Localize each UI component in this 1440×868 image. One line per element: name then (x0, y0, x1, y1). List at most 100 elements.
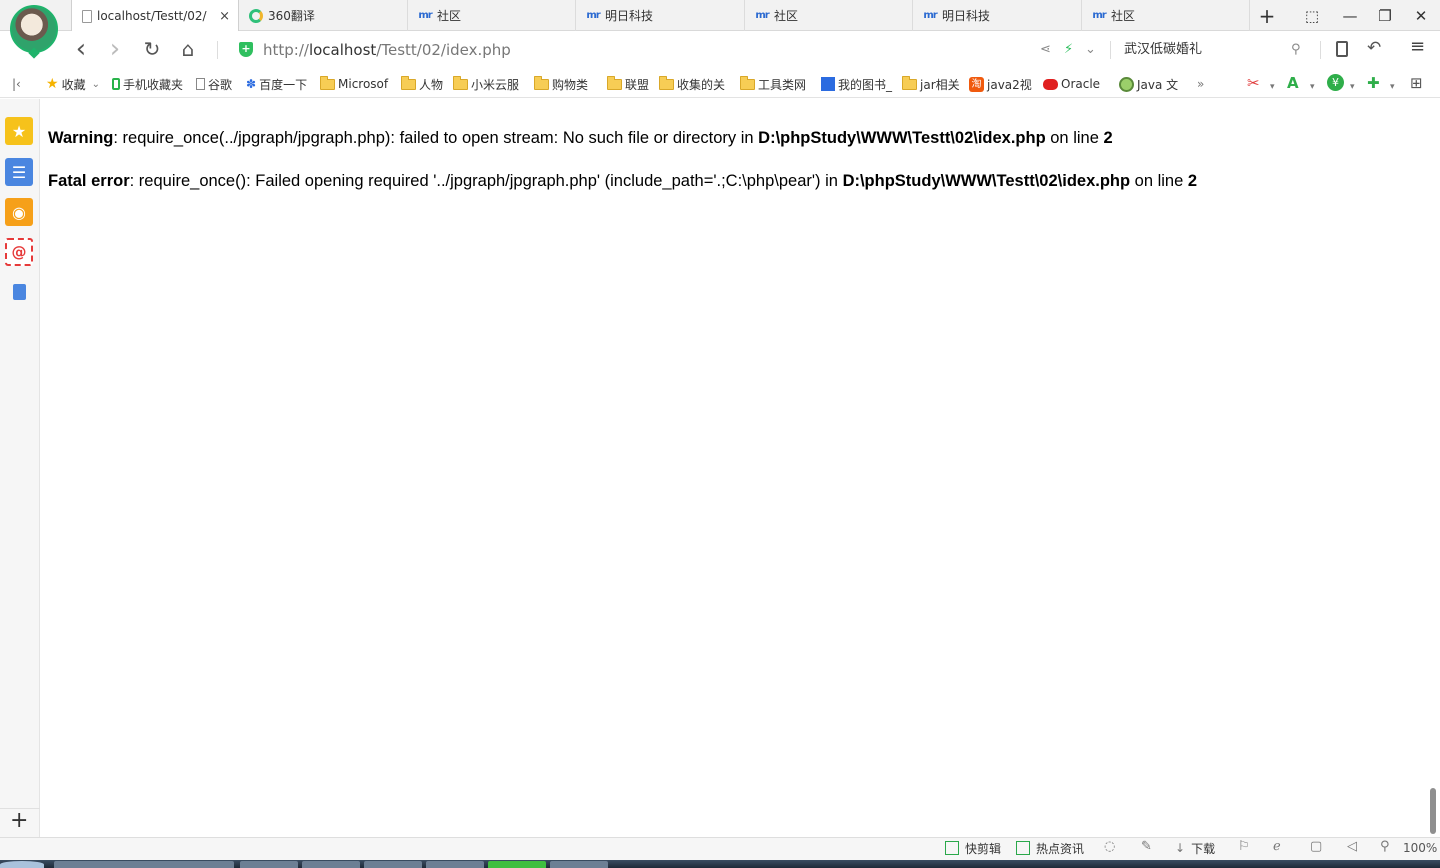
document-icon[interactable] (5, 278, 33, 306)
taskbar-item[interactable] (550, 861, 608, 868)
quick-cut-button[interactable]: 快剪辑 (945, 840, 1001, 856)
bookmark-folder-jar[interactable]: jar相关 (902, 75, 960, 92)
fatal-file: D:\phpStudy\WWW\Testt\02\idex.php (842, 172, 1131, 190)
bookmark-java2[interactable]: 淘 java2视 (969, 76, 1032, 92)
warning-text: : require_once(../jpgraph/jpgraph.php): … (113, 129, 759, 147)
favorites-star-icon[interactable]: ★ (5, 117, 33, 145)
pin-icon[interactable]: ✎ (1141, 839, 1152, 854)
page-icon (82, 9, 92, 23)
restore-button[interactable]: ❐ (1375, 6, 1395, 26)
new-tab-button[interactable]: + (1257, 6, 1277, 26)
tab-localhost[interactable]: localhost/Testt/02/ × (71, 0, 239, 32)
bookmark-folder-collected[interactable]: 收集的关 (659, 75, 725, 92)
window-icon[interactable]: ▢ (1310, 839, 1322, 854)
user-avatar[interactable] (10, 5, 58, 59)
tab-mingri[interactable]: mr 明日科技 (576, 0, 745, 31)
search-icon[interactable]: ⚲ (1291, 42, 1301, 58)
sidebar-add-button[interactable]: + (10, 810, 28, 832)
tab-close-icon[interactable]: × (219, 9, 230, 24)
bookmark-favorites[interactable]: ★ 收藏 ⌄ (46, 76, 100, 92)
chevron-down-icon[interactable]: ▾ (1390, 78, 1395, 96)
weibo-icon[interactable]: ◉ (5, 198, 33, 226)
speedup-icon[interactable]: ◌ (1104, 839, 1115, 854)
bookmark-label: 收藏 (61, 77, 86, 92)
reading-list-icon[interactable]: ☰ (5, 158, 33, 186)
bookmark-label: Oracle (1061, 77, 1101, 91)
payment-icon[interactable]: ¥ (1327, 74, 1344, 91)
php-fatal-error-message: Fatal error: require_once(): Failed open… (48, 169, 1197, 193)
bookmark-my-books[interactable]: 我的图书_ (821, 76, 892, 92)
game-icon[interactable]: ✚ (1367, 74, 1380, 92)
close-window-button[interactable]: ✕ (1411, 6, 1431, 26)
bookmark-oracle[interactable]: Oracle (1043, 76, 1100, 92)
sound-icon[interactable]: ◁ (1347, 839, 1357, 854)
bookmarks-more-button[interactable]: » (1197, 76, 1204, 92)
ie-compat-icon[interactable]: ℯ (1273, 839, 1281, 854)
home-button[interactable]: ⌂ (176, 38, 200, 60)
forward-button[interactable]: › (103, 36, 127, 62)
address-bar[interactable]: http://localhost/Testt/02/idex.php (263, 40, 511, 60)
tab-label: 社区 (774, 9, 799, 23)
taskbar-item[interactable] (364, 861, 422, 868)
sidebar-toggle-icon[interactable]: |‹ (12, 76, 21, 92)
taskbar-item[interactable] (302, 861, 360, 868)
warning-file: D:\phpStudy\WWW\Testt\02\idex.php (758, 129, 1046, 147)
page-icon (196, 78, 205, 90)
zoom-icon[interactable]: ⚲ (1380, 839, 1390, 854)
search-input[interactable]: 武汉低碳婚礼 (1124, 40, 1202, 60)
apps-grid-icon[interactable]: ⊞ (1410, 74, 1423, 92)
scissors-icon[interactable]: ✂ (1247, 74, 1260, 92)
skin-icon[interactable]: ⬚ (1302, 6, 1322, 26)
chevron-down-icon[interactable]: ▾ (1350, 78, 1355, 96)
chevron-down-icon[interactable]: ▾ (1310, 78, 1315, 96)
news-icon (1016, 841, 1030, 855)
tab-label: 社区 (437, 9, 462, 23)
video-clip-icon (945, 841, 959, 855)
back-button[interactable]: ‹ (69, 36, 93, 62)
bookmark-baidu[interactable]: ✽ 百度一下 (246, 76, 307, 92)
quick-cut-label: 快剪辑 (965, 841, 1002, 856)
bookmark-java-docs[interactable]: Java 文 (1119, 76, 1178, 92)
taskbar-item[interactable] (426, 861, 484, 868)
minimize-button[interactable]: — (1340, 6, 1360, 26)
undo-icon[interactable]: ↶ (1367, 40, 1381, 57)
chevron-down-icon[interactable]: ▾ (1270, 78, 1275, 96)
scrollbar-thumb[interactable] (1430, 788, 1436, 834)
bookmark-folder-xiaomi[interactable]: 小米云服 (453, 75, 519, 92)
url-path: /Testt/02/idex.php (376, 41, 511, 59)
download-label: 下载 (1191, 841, 1216, 856)
tab-mingri[interactable]: mr 明日科技 (913, 0, 1082, 31)
security-shield-icon[interactable]: + (239, 42, 253, 57)
tab-community[interactable]: mr 社区 (745, 0, 913, 31)
taskbar-item[interactable] (240, 861, 298, 868)
folder-icon (401, 75, 416, 90)
mail-icon[interactable]: @ (5, 238, 33, 266)
bookmark-folder-alliance[interactable]: 联盟 (607, 75, 649, 92)
translate-icon[interactable]: A (1287, 74, 1299, 92)
hot-news-button[interactable]: 热点资讯 (1016, 840, 1084, 856)
bookmark-folder-microsoft[interactable]: Microsof (320, 75, 388, 92)
folder-icon (659, 75, 674, 90)
menu-icon[interactable]: ≡ (1410, 38, 1425, 56)
taskbar-item[interactable] (488, 861, 546, 868)
tab-community[interactable]: mr 社区 (1082, 0, 1250, 31)
bookmark-folder-tools[interactable]: 工具类网 (740, 75, 806, 92)
bookmark-google[interactable]: 谷歌 (196, 76, 232, 92)
reload-button[interactable]: ↻ (140, 38, 164, 60)
bookmark-folder-shopping[interactable]: 购物类 (534, 75, 588, 92)
share-icon[interactable]: ⋖ (1040, 42, 1051, 58)
lightning-icon[interactable]: ⚡ (1064, 42, 1073, 58)
mobile-icon[interactable] (1336, 41, 1348, 57)
bookmark-mobile[interactable]: 手机收藏夹 (112, 76, 183, 92)
zoom-level[interactable]: 100% (1403, 840, 1437, 856)
bookmark-label: 人物 (419, 77, 444, 92)
download-button[interactable]: ↓ 下载 (1175, 840, 1215, 856)
nav-divider (1320, 41, 1321, 59)
tab-360-translate[interactable]: 360翻译 (239, 0, 408, 31)
bookmark-folder-people[interactable]: 人物 (401, 75, 444, 92)
tab-community[interactable]: mr 社区 (408, 0, 576, 31)
taskbar-item[interactable] (54, 861, 234, 868)
start-button[interactable] (0, 861, 44, 868)
flag-icon[interactable]: ⚐ (1238, 839, 1250, 854)
chevron-down-icon[interactable]: ⌄ (1085, 42, 1096, 58)
